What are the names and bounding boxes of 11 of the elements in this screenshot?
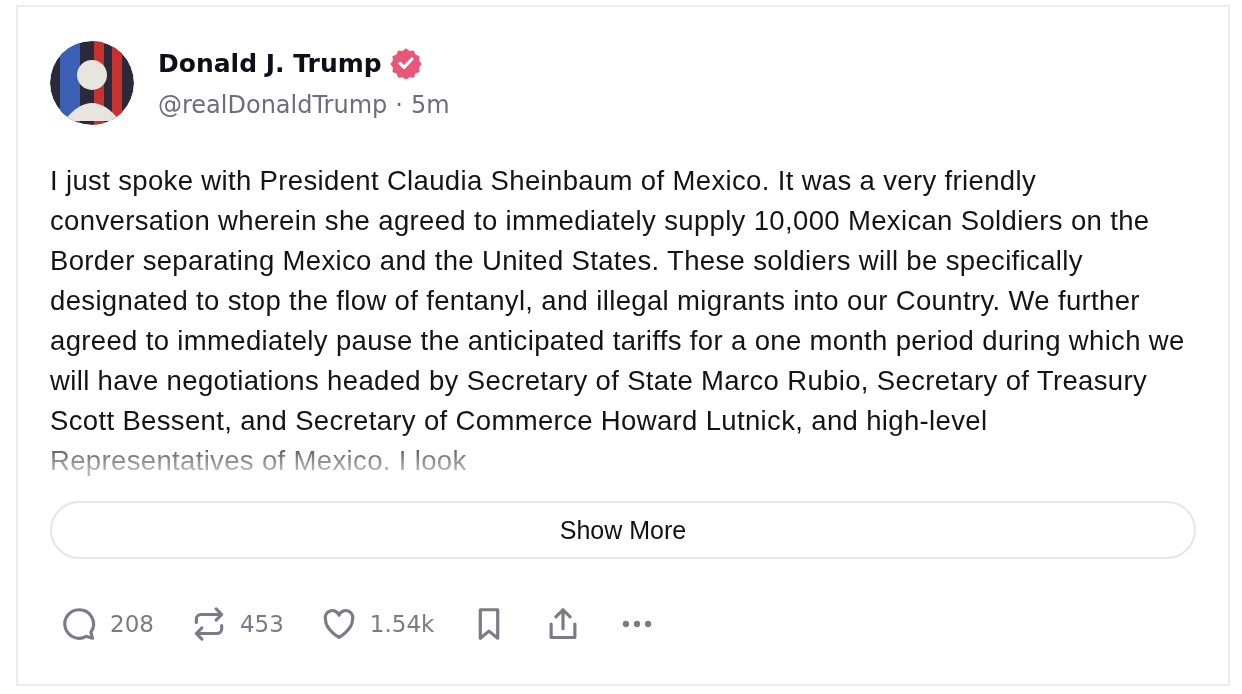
speech-bubble-icon[interactable]	[60, 605, 98, 643]
action-count: 453	[239, 611, 284, 637]
post-text: I just spoke with President Claudia Sheinbaum of Mexico. It was a very friendly conversation wherein she agreed to immediately supply 10,000 Mexican Soldiers on the Border separating Mexico and the United States. These soldiers will be specifically designated to stop the flow of fentanyl, and illegal migrants into our Country. We further agreed to immediately pause the anticipated tariffs for a one month period during which we will have negotiations headed by Secretary of State Marco Rubio, Secretary of Treasury Scott Bessent, and Secretary of Commerce Howard Lutnick, and high-level Representatives of Mexico. I look	[50, 164, 1186, 478]
avatar[interactable]	[50, 41, 134, 125]
post-time[interactable]: 5m	[410, 91, 450, 119]
action-count: 1.54k	[369, 611, 435, 637]
author-name[interactable]: Donald J. Trump	[158, 48, 382, 78]
action-count: 208	[110, 611, 154, 637]
show-more-button[interactable]: Show More	[50, 501, 1196, 559]
separator-dot: ·	[395, 91, 403, 119]
author-handle[interactable]: @realDonaldTrump	[158, 91, 388, 119]
